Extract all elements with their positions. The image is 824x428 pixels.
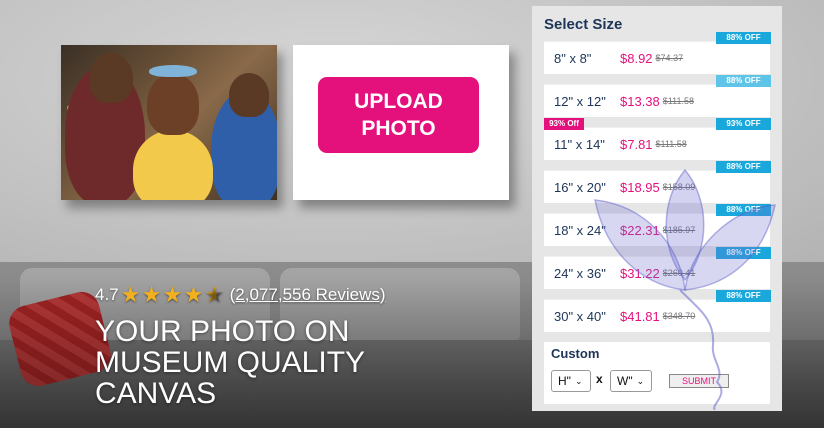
star-half-icon: ★ (204, 282, 225, 307)
height-select[interactable]: H" ⌄ (551, 370, 591, 392)
size-option[interactable]: 12" x 12" $13.38 $111.58 88% OFF (544, 75, 771, 117)
promo-badge: 93% Off (544, 118, 584, 130)
sale-price: $13.38 (620, 93, 660, 109)
reviews-link[interactable]: (2,077,556 Reviews) (230, 285, 386, 305)
original-price: $111.58 (655, 139, 687, 149)
custom-title: Custom (551, 346, 600, 361)
star-icon: ★ (183, 282, 204, 307)
upload-canvas: UPLOAD PHOTO (293, 45, 509, 200)
rating-row: 4.7 ★ ★ ★ ★ ★ (2,077,556 Reviews) (95, 282, 386, 307)
discount-badge: 88% OFF (716, 290, 771, 302)
original-price: $185.97 (662, 225, 696, 235)
discount-badge: 88% OFF (716, 75, 771, 87)
size-label: 12" x 12" (554, 93, 606, 109)
sale-price: $18.95 (620, 179, 660, 195)
size-option[interactable]: 8" x 8" $8.92 $74.37 88% OFF (544, 32, 771, 74)
width-select[interactable]: W" ⌄ (610, 370, 652, 392)
sale-price: $22.31 (620, 222, 660, 238)
size-option[interactable]: 30" x 40" $41.81 $348.70 88% OFF (544, 290, 771, 332)
sale-price: $41.81 (620, 308, 660, 324)
discount-badge: 88% OFF (716, 204, 771, 216)
size-label: 11" x 14" (554, 136, 605, 152)
rating-value: 4.7 (95, 284, 119, 304)
original-price: $74.37 (655, 53, 684, 63)
upload-photo-button[interactable]: UPLOAD PHOTO (318, 77, 479, 153)
custom-size-box: Custom H" ⌄ x W" ⌄ SUBMIT (544, 342, 770, 404)
star-icon: ★ (162, 282, 183, 307)
height-select-value: H" (558, 374, 571, 388)
upload-photo-label: UPLOAD PHOTO (354, 90, 443, 140)
sale-price: $31.22 (620, 265, 660, 281)
size-label: 24" x 36" (554, 265, 606, 281)
original-price: $111.58 (662, 96, 694, 106)
discount-badge: 88% OFF (716, 161, 771, 173)
submit-button[interactable]: SUBMIT (669, 374, 729, 388)
sale-price: $8.92 (620, 50, 653, 66)
original-price: $158.09 (662, 182, 696, 192)
size-label: 8" x 8" (554, 50, 592, 66)
star-rating: ★ ★ ★ ★ ★ (120, 282, 226, 307)
size-label: 18" x 24" (554, 222, 606, 238)
original-price: $260.41 (662, 268, 696, 278)
size-option[interactable]: 11" x 14" $7.81 $111.58 93% Off 93% OFF (544, 118, 771, 160)
width-select-value: W" (617, 374, 633, 388)
sale-price: $7.81 (620, 136, 653, 152)
sample-photo-canvas (61, 45, 277, 200)
original-price: $348.70 (662, 311, 696, 321)
size-label: 16" x 20" (554, 179, 606, 195)
size-option[interactable]: 18" x 24" $22.31 $185.97 88% OFF (544, 204, 771, 246)
chevron-down-icon: ⌄ (574, 375, 583, 386)
star-icon: ★ (120, 282, 141, 307)
chevron-down-icon: ⌄ (636, 375, 645, 386)
hero-headline: YOUR PHOTO ON MUSEUM QUALITY CANVAS (95, 315, 365, 410)
discount-badge: 88% OFF (716, 32, 771, 44)
size-panel-title: Select Size (544, 16, 623, 33)
star-icon: ★ (141, 282, 162, 307)
size-label: 30" x 40" (554, 308, 606, 324)
discount-badge: 93% OFF (716, 118, 771, 130)
size-option[interactable]: 16" x 20" $18.95 $158.09 88% OFF (544, 161, 771, 203)
dimension-separator: x (596, 372, 603, 386)
size-option[interactable]: 24" x 36" $31.22 $260.41 88% OFF (544, 247, 771, 289)
discount-badge: 88% OFF (716, 247, 771, 259)
size-panel: Select Size 8" x 8" $8.92 $74.37 88% OFF… (532, 6, 782, 411)
